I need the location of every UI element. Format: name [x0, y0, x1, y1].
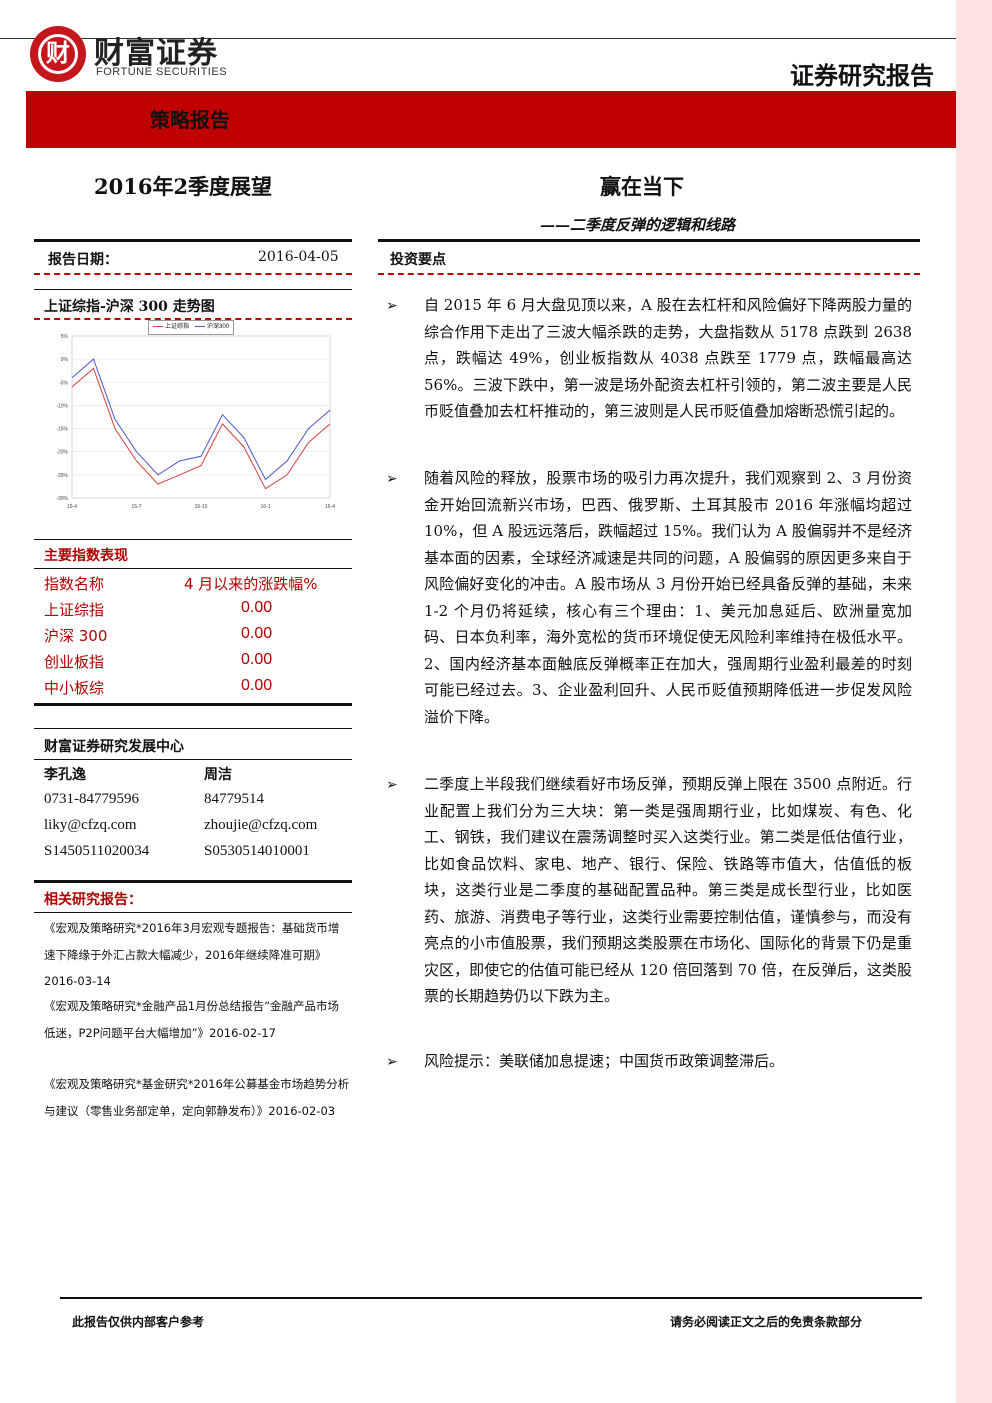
index-change: 0.00 — [241, 625, 273, 642]
indices-head-rule — [34, 568, 352, 569]
indices-heading: 主要指数表现 — [44, 548, 128, 564]
related-heading: 相关研究报告： — [44, 892, 142, 908]
index-name: 上证综指 — [44, 601, 105, 619]
date-bottom-rule — [34, 273, 352, 275]
category-label: 策略报告 — [150, 108, 230, 132]
analyst-name: 李孔逸 — [44, 767, 86, 783]
invest-point: 二季度上半段我们继续看好市场反弹，预期反弹上限在 3500 点附近。行业配置上我… — [424, 775, 912, 1005]
legend-item-hs300: 沪深300 — [195, 321, 229, 334]
footer-disclaimer-right: 请务必阅读正文之后的免责条款部分 — [670, 1315, 863, 1329]
chart-series-line — [71, 358, 331, 481]
analyst-name: 周洁 — [204, 767, 232, 783]
analyst-phone: 84779514 — [204, 791, 264, 807]
outlook-heading: 2016年2季度展望 — [94, 174, 273, 199]
analyst-cert: S0530514010001 — [204, 843, 310, 859]
chart-legend: 上证综指 沪深300 — [148, 320, 235, 335]
chart-top-rule — [34, 289, 352, 290]
bullet-arrow-icon: ➢ — [386, 298, 398, 314]
brand-name-en: FORTUNE SECURITIES — [96, 66, 228, 78]
chart-x-tick-label: 16-1 — [260, 504, 270, 510]
footer-rule — [60, 1297, 922, 1299]
analyst-cert: S1450511020034 — [44, 843, 150, 859]
chart-y-tick-label: 5% — [61, 334, 69, 340]
indices-bottom-rule — [34, 703, 352, 706]
index-change: 0.00 — [241, 677, 273, 694]
research-center-title: 财富证券研究发展中心 — [44, 739, 184, 755]
indices-top-rule — [34, 539, 352, 540]
index-name: 创业板指 — [44, 653, 105, 671]
chart-x-tick-label: 16-4 — [325, 504, 335, 510]
invest-top-rule — [378, 239, 920, 242]
indices-col-change: 4 月以来的涨跌幅% — [184, 575, 318, 593]
related-report: 《宏观及策略研究*金融产品1月份总结报告“金融产品市场低迷，P2P问题平台大幅增… — [44, 999, 340, 1040]
related-report: 《宏观及策略研究*基金研究*2016年公募基金市场趋势分析与建议（零售业务部定单… — [44, 1077, 350, 1118]
invest-bottom-rule — [378, 273, 920, 275]
report-type-label: 证券研究报告 — [790, 61, 934, 90]
legend-item-shanghai: 上证综指 — [153, 321, 189, 334]
chart-x-tick-label: 15-7 — [131, 504, 141, 510]
chart-y-tick-label: -10% — [56, 403, 68, 409]
page-edge-strip — [956, 0, 992, 1403]
invest-point: 风险提示：美联储加息提速；中国货币政策调整滞后。 — [424, 1052, 785, 1070]
chart-y-tick-label: 0% — [61, 357, 69, 363]
invest-point: 自 2015 年 6 月大盘见顶以来，A 股在去杠杆和风险偏好下降两股力量的综合… — [424, 296, 912, 420]
logo-glyph: 财 — [46, 39, 70, 67]
analyst-phone: 0731-84779596 — [44, 791, 139, 807]
report-title: 赢在当下 — [600, 174, 684, 199]
related-report: 《宏观及策略研究*2016年3月宏观专题报告：基础货币增速下降缘于外汇占款大幅减… — [44, 921, 340, 988]
invest-points-heading: 投资要点 — [390, 252, 446, 268]
report-date-label: 报告日期： — [48, 252, 118, 268]
invest-point: 随着风险的释放，股票市场的吸引力再次提升，我们观察到 2、3 月份资金开始回流新… — [424, 469, 912, 726]
chart-y-tick-label: -15% — [56, 427, 68, 433]
center-title-rule — [34, 759, 352, 760]
chart-title: 上证综指-沪深 300 走势图 — [44, 299, 215, 315]
chart-y-tick-label: -25% — [56, 473, 68, 479]
bullet-arrow-icon: ➢ — [386, 471, 398, 487]
chart-y-tick-label: -5% — [59, 380, 68, 386]
analyst-email[interactable]: liky@cfzq.com — [44, 817, 137, 834]
center-top-rule — [34, 728, 352, 729]
bullet-arrow-icon: ➢ — [386, 777, 398, 793]
report-subtitle: ——二季度反弹的逻辑和线路 — [540, 216, 736, 234]
index-name: 沪深 300 — [44, 627, 108, 645]
chart-y-tick-label: -30% — [56, 496, 68, 502]
date-top-rule — [34, 239, 352, 242]
related-head-rule — [34, 912, 352, 913]
related-top-rule — [34, 880, 352, 883]
company-logo: 财 — [30, 26, 86, 82]
chart-y-tick-label: -20% — [56, 450, 68, 456]
chart-x-tick-label: 15-10 — [195, 504, 208, 510]
report-date-value: 2016-04-05 — [258, 249, 339, 265]
analyst-email[interactable]: zhoujie@cfzq.com — [204, 817, 317, 834]
indices-col-name: 指数名称 — [44, 575, 105, 593]
footer-disclaimer-left: 此报告仅供内部客户参考 — [72, 1315, 205, 1329]
index-change: 0.00 — [241, 599, 273, 616]
index-name: 中小板综 — [44, 679, 105, 697]
trend-chart: 5% 0% -5% -10% -15% -20% -25% -30% 15-4 15-7 15-10… — [56, 334, 335, 510]
chart-x-tick-label: 15-4 — [67, 504, 77, 510]
index-change: 0.00 — [241, 651, 273, 668]
bullet-arrow-icon: ➢ — [386, 1054, 398, 1070]
